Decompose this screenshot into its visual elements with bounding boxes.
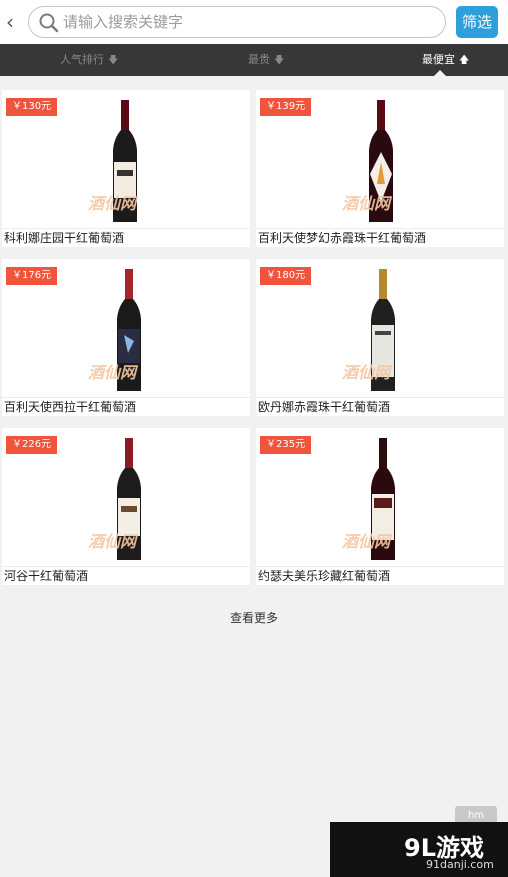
filter-button[interactable]: 筛选 <box>456 6 498 38</box>
watermark: 酒仙网 <box>342 532 391 551</box>
watermark: 酒仙网 <box>88 363 137 382</box>
product-card[interactable]: 酒仙网 ￥176元 百利天使西拉干红葡萄酒 <box>2 259 250 416</box>
sort-cheapest-label: 最便宜 <box>422 53 455 66</box>
site-url: 91danji.com <box>426 858 494 871</box>
product-name: 河谷干红葡萄酒 <box>4 569 89 583</box>
product-name: 约瑟夫美乐珍藏红葡萄酒 <box>258 569 391 583</box>
arrow-down-icon: 🡇 <box>274 55 285 66</box>
search-box[interactable]: 请输入搜索关键字 <box>28 6 446 38</box>
product-card[interactable]: 酒仙网 ￥130元 科利娜庄园干红葡萄酒 <box>2 90 250 247</box>
sort-most-expensive-label: 最贵 <box>248 53 270 66</box>
sort-bar: 人气排行 🡇 最贵 🡇 最便宜 🡅 <box>0 44 508 76</box>
search-input[interactable]: 请输入搜索关键字 <box>63 7 183 37</box>
active-sort-indicator <box>434 70 446 76</box>
product-name: 百利天使梦幻赤霞珠干红葡萄酒 <box>258 231 427 245</box>
sort-popularity-label: 人气排行 <box>60 53 104 66</box>
site-watermark: 9L游戏 91danji.com <box>330 822 508 877</box>
watermark: 酒仙网 <box>342 194 391 213</box>
arrow-down-icon: 🡇 <box>108 55 119 66</box>
top-bar: ‹ 请输入搜索关键字 筛选 <box>0 0 508 44</box>
load-more-button[interactable]: 查看更多 <box>0 608 508 628</box>
product-name: 科利娜庄园干红葡萄酒 <box>4 231 125 245</box>
product-card[interactable]: 酒仙网 ￥139元 百利天使梦幻赤霞珠干红葡萄酒 <box>256 90 504 247</box>
price-tag: ￥176元 <box>6 267 58 285</box>
product-card[interactable]: 酒仙网 ￥180元 欧丹娜赤霞珠干红葡萄酒 <box>256 259 504 416</box>
search-icon <box>39 13 59 33</box>
watermark: 酒仙网 <box>88 194 137 213</box>
price-tag: ￥226元 <box>6 436 58 454</box>
sort-most-expensive[interactable]: 最贵 🡇 <box>248 44 284 76</box>
price-tag: ￥130元 <box>6 98 58 116</box>
product-card[interactable]: 酒仙网 ￥226元 河谷干红葡萄酒 <box>2 428 250 585</box>
product-name: 百利天使西拉干红葡萄酒 <box>4 400 137 414</box>
arrow-up-icon: 🡅 <box>459 55 470 66</box>
product-name: 欧丹娜赤霞珠干红葡萄酒 <box>258 400 391 414</box>
price-tag: ￥180元 <box>260 267 312 285</box>
sort-popularity[interactable]: 人气排行 🡇 <box>60 44 118 76</box>
watermark: 酒仙网 <box>88 532 137 551</box>
price-tag: ￥235元 <box>260 436 312 454</box>
price-tag: ￥139元 <box>260 98 312 116</box>
product-card[interactable]: 酒仙网 ￥235元 约瑟夫美乐珍藏红葡萄酒 <box>256 428 504 585</box>
chevron-left-icon[interactable]: ‹ <box>6 9 24 35</box>
watermark: 酒仙网 <box>342 363 391 382</box>
